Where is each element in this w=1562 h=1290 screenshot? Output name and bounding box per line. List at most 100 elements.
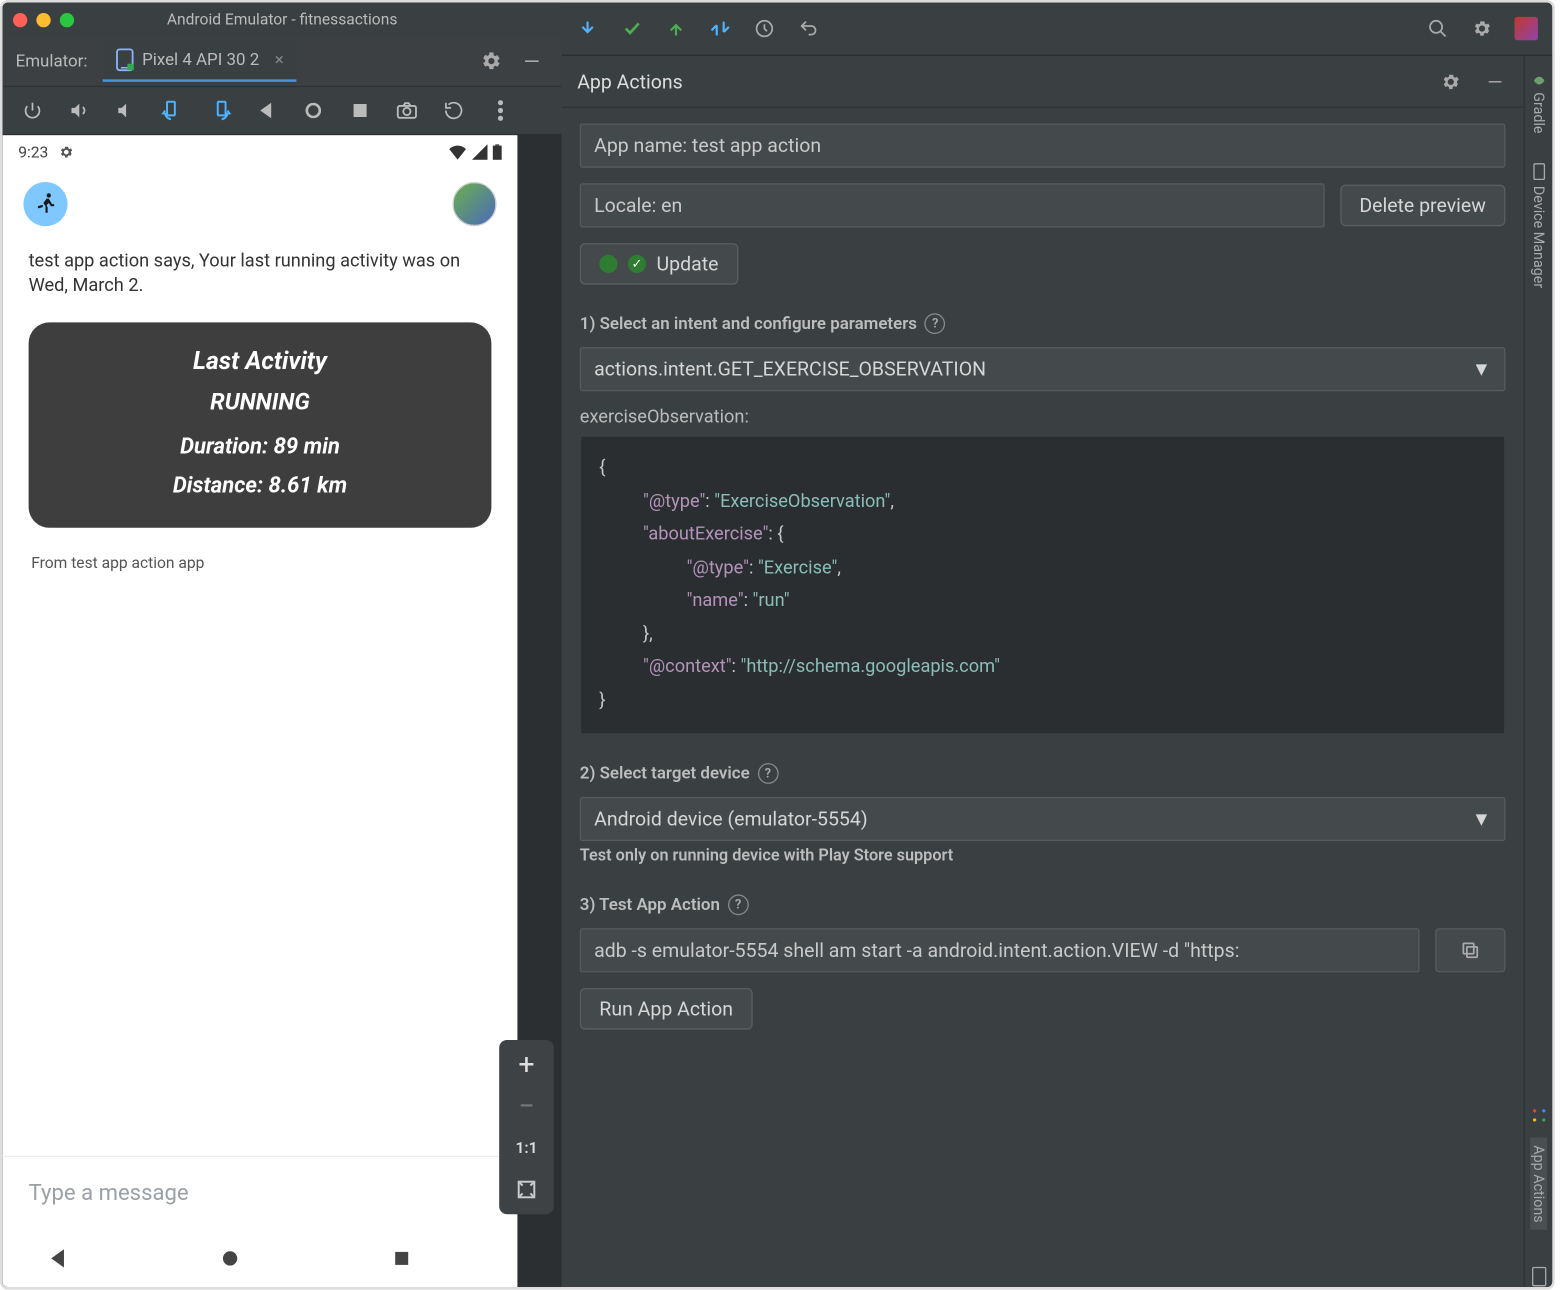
assistant-header (3, 169, 518, 239)
siderail-app-actions[interactable]: App Actions (1530, 1137, 1547, 1230)
signal-icon (472, 144, 488, 160)
overview-icon[interactable] (348, 103, 371, 119)
history-icon[interactable] (751, 16, 777, 42)
param-label: exerciseObservation: (580, 407, 1506, 428)
search-icon[interactable] (1425, 16, 1451, 42)
app-actions-panel: App Actions — Delete preview ✓ Update (562, 56, 1524, 1287)
panel-body: Delete preview ✓ Update 1) Select an int… (562, 108, 1524, 1287)
wifi-icon (448, 144, 466, 160)
panel-header: App Actions — (562, 56, 1524, 108)
rotate-right-icon[interactable] (208, 99, 231, 122)
activity-card[interactable]: Last Activity RUNNING Duration: 89 min D… (29, 322, 492, 527)
check-circle-icon: ✓ (628, 255, 646, 273)
ide-settings-icon[interactable] (1469, 16, 1495, 42)
nav-home-icon[interactable] (221, 1249, 299, 1267)
locale-field[interactable] (580, 183, 1324, 227)
back-icon[interactable] (255, 103, 278, 119)
zoom-controls: + − 1:1 (499, 1040, 554, 1214)
card-activity: RUNNING (42, 388, 479, 415)
emulator-screen-container: 9:23 test app action says, Your (3, 135, 562, 1287)
message-placeholder: Type a message (29, 1180, 189, 1206)
runner-icon (33, 191, 59, 217)
panel-minimize-icon[interactable]: — (1482, 68, 1508, 94)
window-max-dot[interactable] (60, 12, 74, 26)
battery-icon (493, 144, 502, 160)
card-title: Last Activity (42, 346, 479, 376)
emulator-pane: Android Emulator - fitnessactions Emulat… (3, 3, 562, 1287)
help-icon[interactable]: ? (925, 313, 946, 334)
window-close-dot[interactable] (13, 12, 27, 26)
emulator-device-tab[interactable]: Pixel 4 API 30 2 × (103, 40, 297, 82)
emulator-tabbar: Emulator: Pixel 4 API 30 2 × — (3, 36, 562, 85)
app-icon[interactable] (23, 182, 67, 226)
delete-preview-button[interactable]: Delete preview (1340, 185, 1506, 227)
card-duration: Duration: 89 min (42, 434, 479, 460)
volume-up-icon[interactable] (68, 100, 91, 121)
panel-gear-icon[interactable] (1438, 68, 1464, 94)
record-icon[interactable] (442, 100, 465, 121)
volume-down-icon[interactable] (114, 100, 137, 121)
message-input[interactable]: Type a message (3, 1156, 518, 1230)
siderail-gradle[interactable]: Gradle (1530, 64, 1547, 142)
zoom-reset-button[interactable]: 1:1 (499, 1131, 554, 1165)
vcs-commit-icon[interactable] (619, 16, 645, 42)
copy-button[interactable] (1435, 928, 1505, 972)
device-selected-value: Android device (emulator-5554) (594, 807, 868, 830)
phone-statusbar: 9:23 (3, 135, 518, 169)
ide-toolbar (562, 3, 1553, 56)
rotate-left-icon[interactable] (161, 99, 184, 122)
home-icon[interactable] (302, 103, 325, 119)
run-app-action-button[interactable]: Run App Action (580, 988, 753, 1030)
statusbar-clock: 9:23 (18, 143, 48, 161)
chevron-down-icon: ▼ (1472, 358, 1491, 381)
zoom-out-button[interactable]: − (499, 1089, 554, 1123)
vcs-push-icon[interactable] (663, 16, 689, 42)
close-icon[interactable]: × (275, 50, 284, 69)
zoom-fit-button[interactable] (499, 1173, 554, 1207)
adb-command-field[interactable] (580, 928, 1420, 972)
more-icon[interactable] (489, 100, 512, 121)
gear-icon[interactable] (481, 51, 515, 72)
assistant-dots-icon[interactable] (1529, 1106, 1547, 1124)
section-1-label: 1) Select an intent and configure parame… (580, 313, 1506, 334)
vcs-update-icon[interactable] (707, 16, 733, 42)
help-icon[interactable]: ? (728, 894, 749, 915)
ide-side-rail: Gradle Device Manager App Actions (1524, 56, 1553, 1287)
window-min-dot[interactable] (36, 12, 50, 26)
copy-icon (1460, 940, 1481, 961)
section-3-label: 3) Test App Action ? (580, 894, 1506, 915)
app-name-field[interactable] (580, 123, 1506, 167)
json-editor[interactable]: { "@type": "ExerciseObservation", "about… (580, 435, 1506, 734)
power-icon[interactable] (21, 100, 44, 121)
user-avatar[interactable] (452, 182, 496, 226)
phone-screen: 9:23 test app action says, Your (3, 135, 518, 1287)
zoom-in-button[interactable]: + (499, 1048, 554, 1082)
intent-select[interactable]: actions.intent.GET_EXERCISE_OBSERVATION … (580, 347, 1506, 391)
help-icon[interactable]: ? (757, 763, 778, 784)
minimize-icon[interactable]: — (515, 49, 549, 74)
panel-title: App Actions (577, 70, 682, 93)
device-hint: Test only on running device with Play St… (580, 846, 1506, 866)
assistant-message: test app action says, Your last running … (3, 239, 518, 309)
emulator-titlebar: Android Emulator - fitnessactions (3, 3, 562, 37)
update-button[interactable]: ✓ Update (580, 243, 738, 285)
screenshot-icon[interactable] (395, 101, 418, 119)
siderail-device-icon[interactable] (1531, 1266, 1547, 1287)
device-icon (1532, 162, 1545, 180)
vcs-incoming-icon[interactable] (575, 16, 601, 42)
phone-icon (116, 48, 134, 71)
settings-small-icon (59, 144, 75, 160)
nav-overview-icon[interactable] (393, 1249, 471, 1267)
emulator-window-title: Android Emulator - fitnessactions (3, 10, 562, 28)
emulator-toolbar (3, 86, 562, 135)
card-distance: Distance: 8.61 km (42, 473, 479, 499)
nav-back-icon[interactable] (49, 1249, 127, 1267)
undo-icon[interactable] (796, 16, 822, 42)
device-select[interactable]: Android device (emulator-5554) ▼ (580, 797, 1506, 841)
siderail-device-manager[interactable]: Device Manager (1530, 154, 1547, 295)
emulator-label: Emulator: (16, 51, 88, 71)
chevron-down-icon: ▼ (1472, 807, 1491, 830)
android-navbar (3, 1230, 518, 1287)
profile-avatar-icon[interactable] (1513, 16, 1539, 42)
emulator-tab-label: Pixel 4 API 30 2 (142, 50, 259, 69)
